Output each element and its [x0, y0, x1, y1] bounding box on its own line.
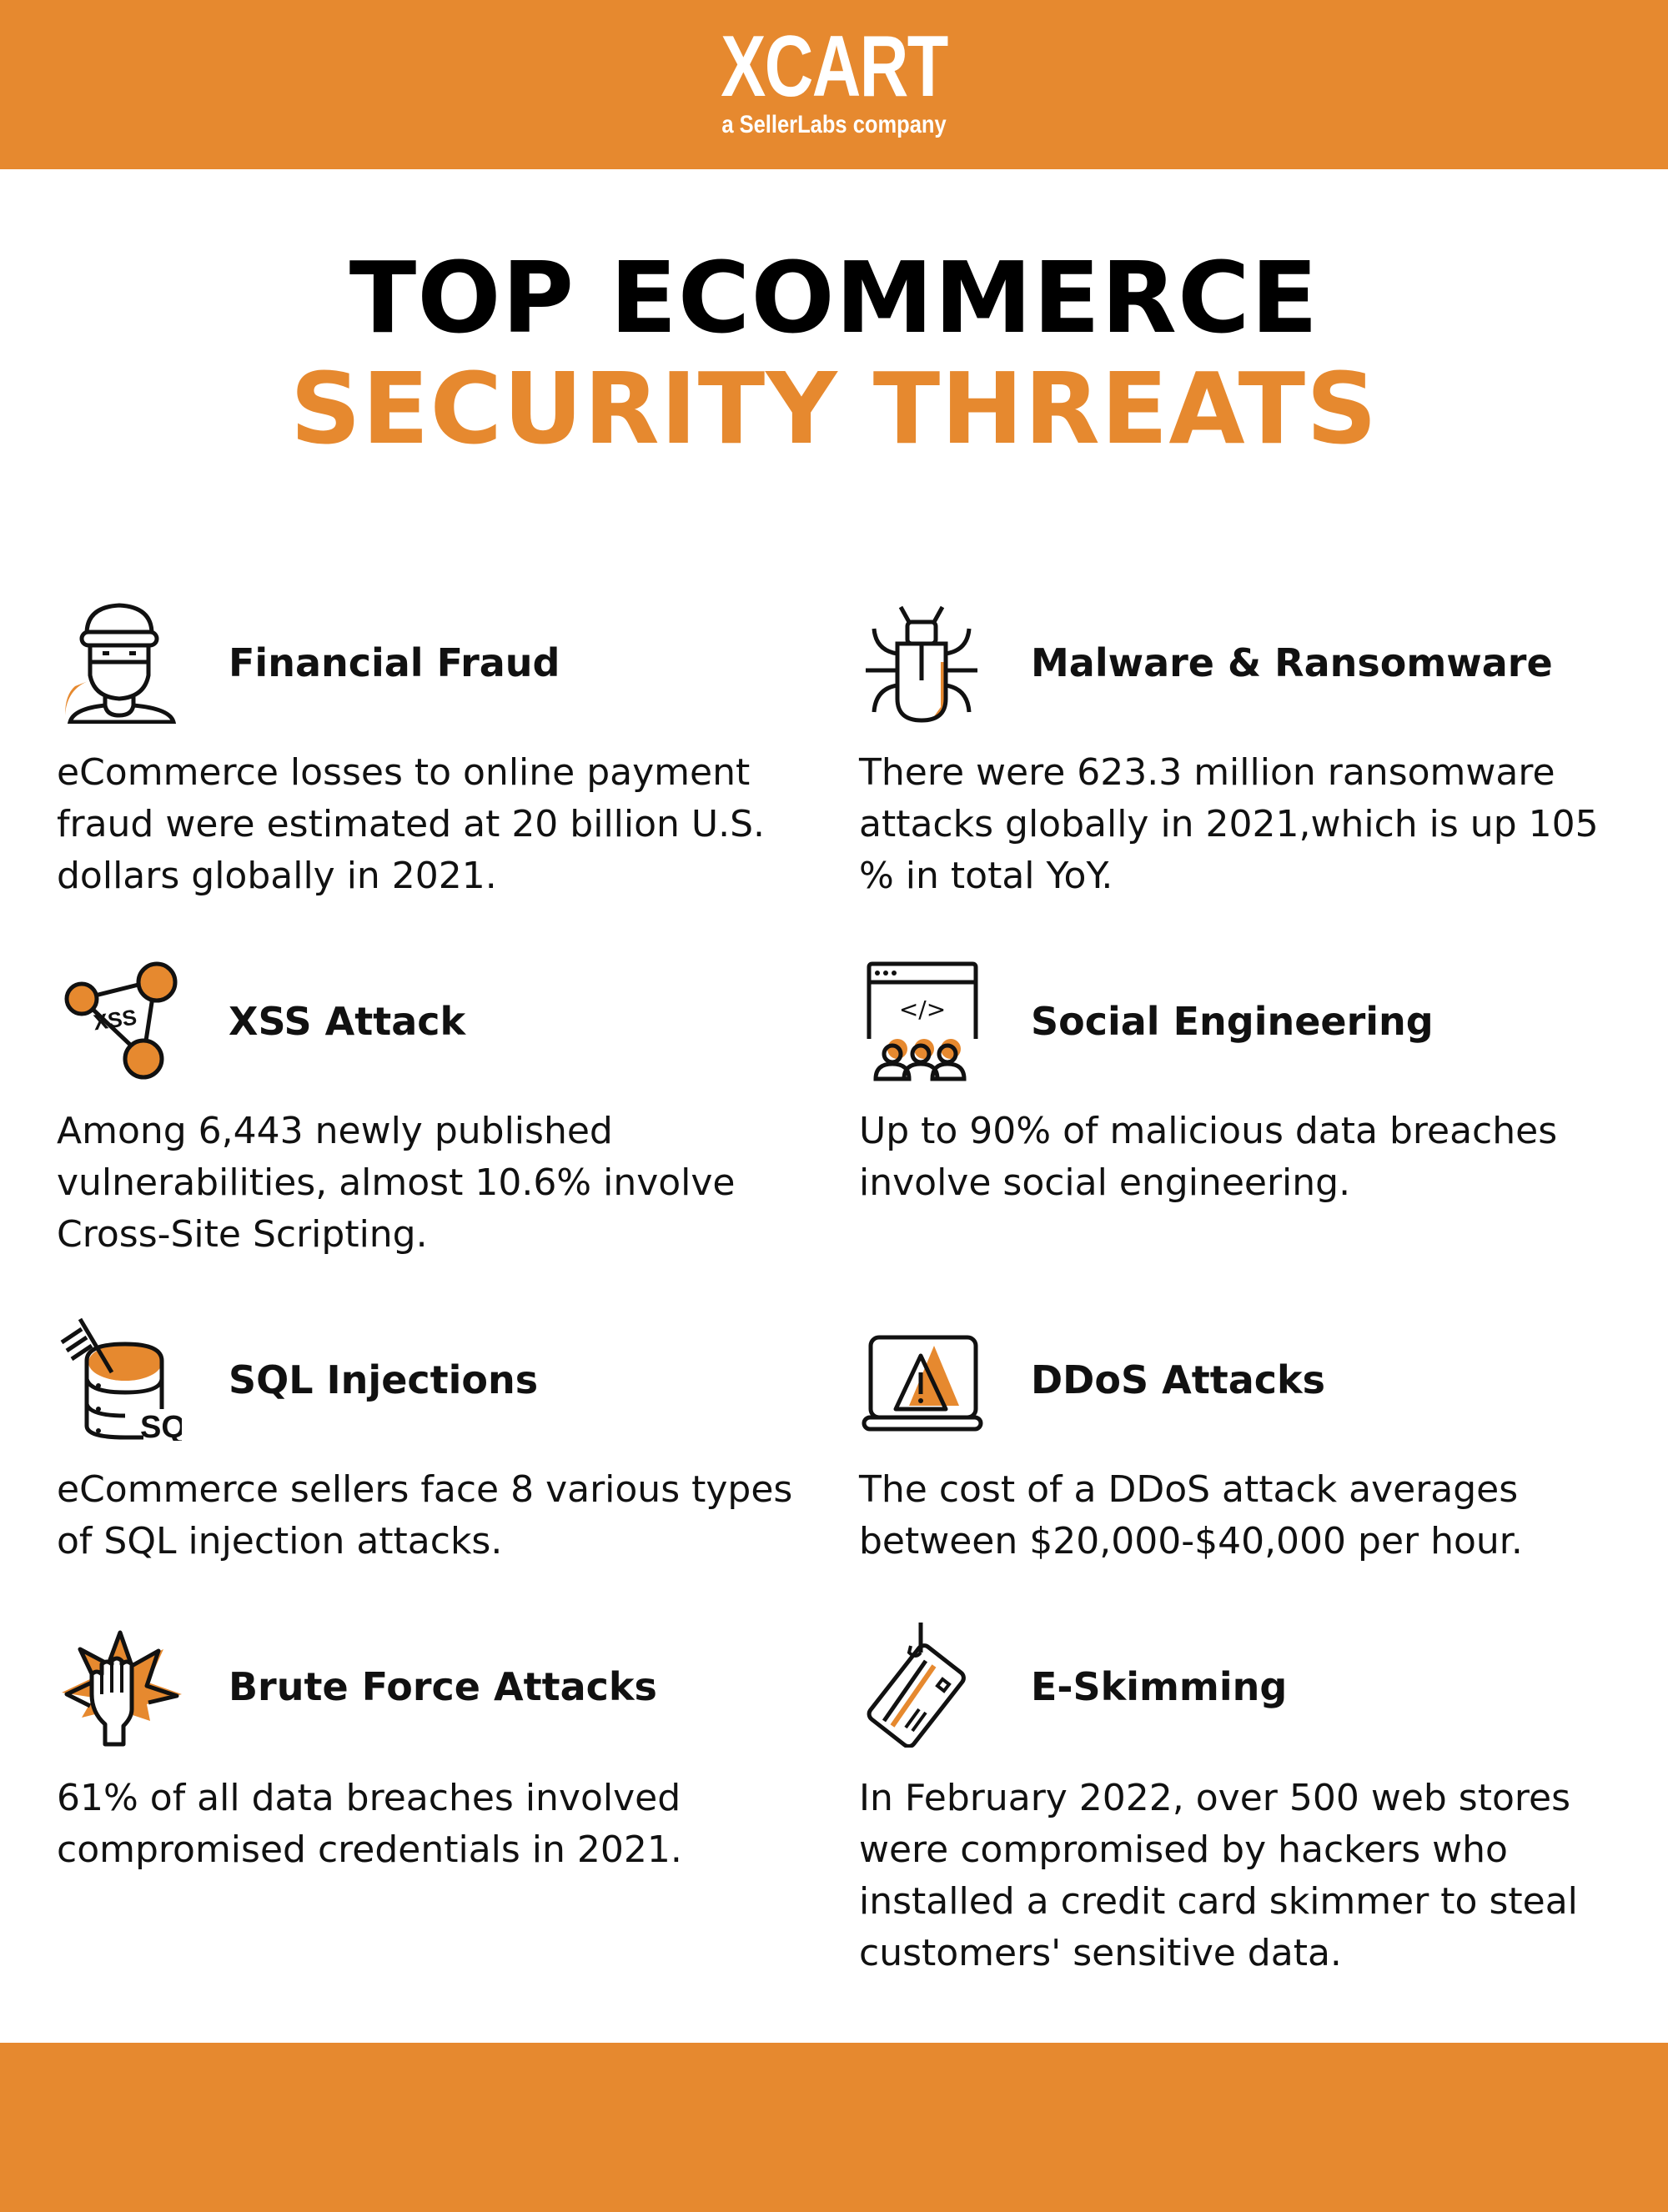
- page-title-line2: SECURITY THREATS: [289, 351, 1379, 466]
- threat-heading: XSS Attack: [229, 999, 466, 1044]
- threat-heading: Financial Fraud: [229, 640, 560, 685]
- svg-text:SQL: SQL: [140, 1410, 182, 1441]
- svg-text:</>: </>: [899, 996, 946, 1023]
- logo-tagline: a SellerLabs company: [721, 111, 947, 138]
- threat-heading: E-Skimming: [1031, 1664, 1288, 1709]
- xss-network-icon: XSS: [64, 961, 178, 1080]
- hooked-credit-card-icon: [867, 1623, 966, 1748]
- threat-description: eCommerce losses to online payment fraud…: [57, 751, 766, 897]
- svg-text:XSS: XSS: [92, 1005, 138, 1036]
- sql-database-syringe-icon: SQL: [60, 1317, 182, 1441]
- threat-heading: Brute Force Attacks: [229, 1664, 657, 1709]
- header-band: XCART a SellerLabs company: [0, 0, 1668, 169]
- threat-description: eCommerce sellers face 8 various types o…: [57, 1468, 793, 1562]
- threat-description: Among 6,443 newly published vulnerabilit…: [57, 1110, 736, 1256]
- threat-heading: Social Engineering: [1031, 999, 1434, 1044]
- threat-heading: Malware & Ransomware: [1031, 640, 1553, 685]
- hand-burst-icon: [62, 1630, 182, 1747]
- laptop-warning-icon: [862, 1335, 983, 1432]
- threat-heading: SQL Injections: [229, 1357, 539, 1402]
- threat-heading: DDoS Attacks: [1031, 1357, 1325, 1402]
- masked-thief-icon: [65, 603, 177, 724]
- threat-description: There were 623.3 million ransomware atta…: [859, 751, 1599, 897]
- threat-description: In February 2022, over 500 web stores we…: [859, 1777, 1578, 1974]
- footer-band: [0, 2043, 1668, 2212]
- threat-description: Up to 90% of malicious data breaches inv…: [859, 1110, 1558, 1204]
- bug-icon: [866, 605, 977, 723]
- xcart-logo: XCART: [721, 18, 948, 115]
- threat-description: The cost of a DDoS attack averages betwe…: [859, 1468, 1523, 1562]
- threat-description: 61% of all data breaches involved compro…: [57, 1777, 682, 1871]
- browser-code-people-icon: </>: [867, 961, 978, 1081]
- page-title-line1: TOP ECOMMERCE: [349, 240, 1319, 355]
